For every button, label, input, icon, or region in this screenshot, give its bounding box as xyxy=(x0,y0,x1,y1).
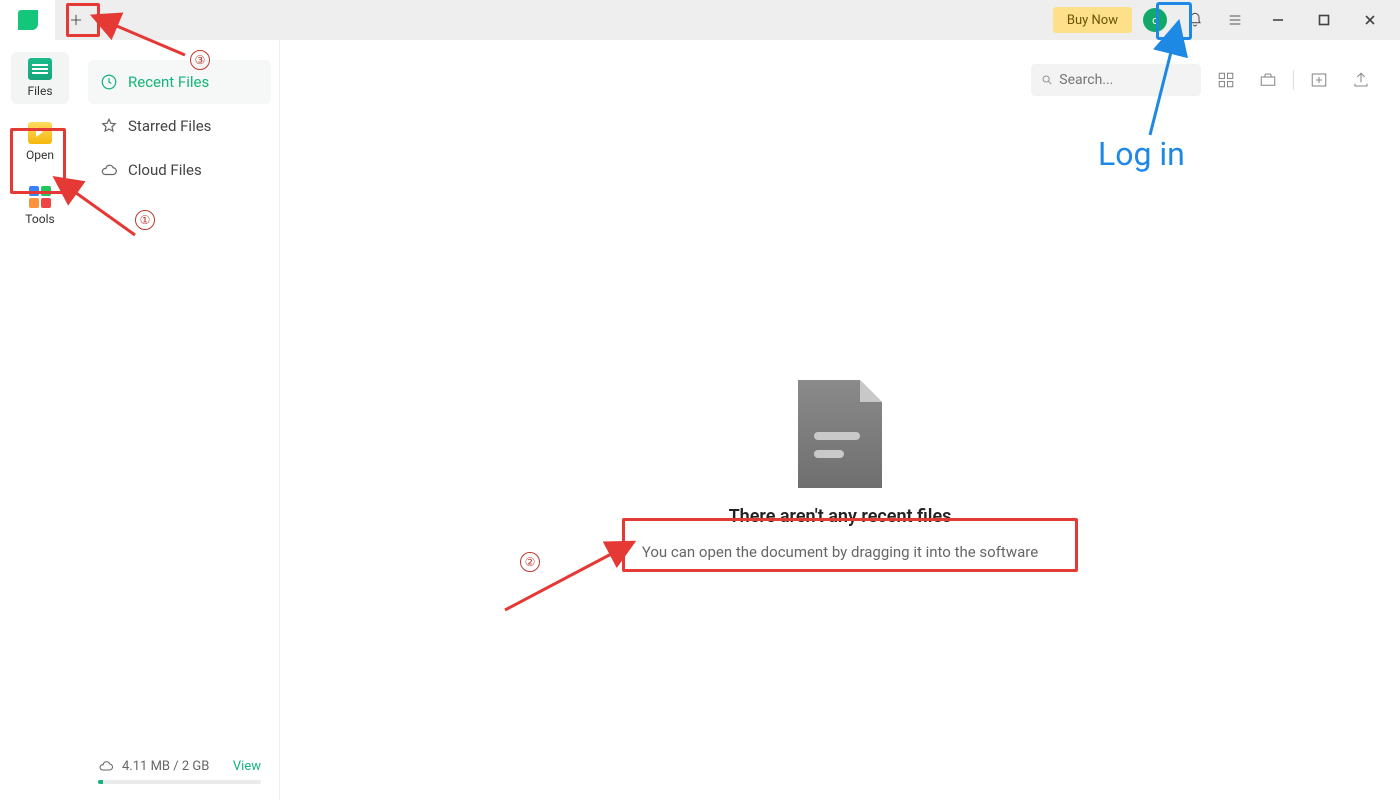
storage-footer: 4.11 MB / 2 GB View xyxy=(88,750,271,792)
storage-progress xyxy=(98,780,261,784)
rail-item-tools[interactable]: Tools xyxy=(11,180,69,232)
rail-item-label: Tools xyxy=(25,212,54,226)
window-maximize-button[interactable] xyxy=(1304,6,1344,34)
toolbox-icon[interactable] xyxy=(1251,63,1285,97)
cloud-icon xyxy=(98,758,114,774)
rail-item-label: Open xyxy=(26,148,54,162)
sidebar-item-label: Starred Files xyxy=(128,117,211,135)
sidebar-item-recent-files[interactable]: Recent Files xyxy=(88,60,271,104)
sidebar-item-label: Cloud Files xyxy=(128,161,202,179)
empty-state: There aren't any recent files You can op… xyxy=(280,120,1400,800)
new-folder-icon[interactable] xyxy=(1302,63,1336,97)
left-rail: Files Open Tools xyxy=(0,40,80,800)
main-toolbar xyxy=(280,40,1400,120)
storage-text: 4.11 MB / 2 GB xyxy=(122,759,209,774)
rail-item-files[interactable]: Files xyxy=(11,52,69,104)
titlebar: Buy Now c xyxy=(0,0,1400,40)
main-area: There aren't any recent files You can op… xyxy=(280,40,1400,800)
empty-document-icon xyxy=(798,380,882,488)
buy-now-button[interactable]: Buy Now xyxy=(1053,7,1132,33)
account-avatar[interactable]: c xyxy=(1138,6,1172,34)
cloud-icon xyxy=(100,161,118,179)
avatar-letter: c xyxy=(1152,14,1158,27)
star-icon xyxy=(100,117,118,135)
empty-subtitle: You can open the document by dragging it… xyxy=(626,535,1054,569)
open-icon xyxy=(28,122,52,144)
new-tab-button[interactable] xyxy=(61,6,91,34)
file-sidebar: Recent Files Starred Files Cloud Files 4… xyxy=(80,40,280,800)
search-icon xyxy=(1041,73,1053,87)
view-grid-icon[interactable] xyxy=(1209,63,1243,97)
sidebar-item-label: Recent Files xyxy=(128,73,209,91)
empty-title: There aren't any recent files xyxy=(729,506,952,527)
upload-icon[interactable] xyxy=(1344,63,1378,97)
buy-now-label: Buy Now xyxy=(1067,13,1118,28)
tools-icon xyxy=(29,186,51,208)
divider xyxy=(1293,70,1294,90)
search-field[interactable] xyxy=(1059,72,1191,88)
rail-item-open[interactable]: Open xyxy=(11,116,69,168)
search-input[interactable] xyxy=(1031,64,1201,96)
sidebar-item-starred-files[interactable]: Starred Files xyxy=(88,104,271,148)
window-close-button[interactable] xyxy=(1350,6,1390,34)
notifications-icon[interactable] xyxy=(1178,6,1212,34)
sidebar-item-cloud-files[interactable]: Cloud Files xyxy=(88,148,271,192)
rail-item-label: Files xyxy=(27,84,52,98)
clock-icon xyxy=(100,73,118,91)
files-icon xyxy=(28,58,52,80)
storage-view-link[interactable]: View xyxy=(233,759,261,774)
window-minimize-button[interactable] xyxy=(1258,6,1298,34)
menu-icon[interactable] xyxy=(1218,6,1252,34)
app-logo[interactable] xyxy=(0,0,55,40)
